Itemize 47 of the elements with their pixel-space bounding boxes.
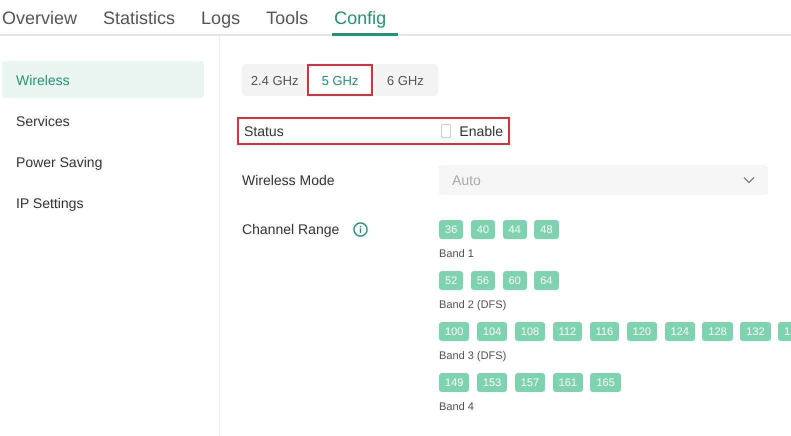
field-label: Status: [244, 123, 285, 139]
checkbox[interactable]: [441, 124, 452, 138]
channel-chip[interactable]: 108: [514, 322, 546, 341]
band-label: Band 3 (DFS): [439, 350, 508, 362]
info-icon[interactable]: [353, 222, 368, 236]
channel-chip[interactable]: 153: [476, 373, 508, 392]
band-tab[interactable]: 6 GHz: [372, 64, 438, 96]
channel-chip[interactable]: 128: [702, 322, 733, 341]
channel-chip[interactable]: 116: [590, 322, 620, 341]
channel-chip[interactable]: 48: [534, 220, 558, 239]
channel-chip[interactable]: 104: [476, 322, 508, 341]
channel-chip[interactable]: 165: [590, 373, 621, 392]
field-label: Wireless Mode: [242, 172, 336, 188]
channel-chip[interactable]: 120: [626, 322, 658, 341]
sidebar-item[interactable]: IP Settings: [2, 184, 204, 221]
channel-chip[interactable]: 132: [740, 322, 771, 341]
channel-chip[interactable]: 44: [502, 220, 527, 239]
nav-tab[interactable]: Statistics: [101, 0, 188, 36]
channel-chip[interactable]: 161: [552, 373, 583, 392]
channel-chip[interactable]: 40: [470, 220, 495, 239]
channel-chip[interactable]: 64: [534, 271, 558, 290]
field-label: Channel Range: [242, 221, 340, 237]
channel-chip[interactable]: 149: [439, 373, 470, 392]
nav-tab[interactable]: Overview: [0, 0, 90, 36]
sidebar-item[interactable]: Services: [2, 102, 204, 139]
sidebar-item[interactable]: Power Saving: [2, 143, 204, 180]
nav-tab[interactable]: Tools: [264, 0, 320, 36]
band-label: Band 4: [439, 401, 475, 413]
channel-chip[interactable]: 1: [778, 322, 791, 341]
channel-chip[interactable]: 60: [502, 271, 527, 290]
channel-chip[interactable]: 157: [514, 373, 546, 392]
nav-tab[interactable]: Logs: [199, 0, 252, 36]
sidebar-item[interactable]: Wireless: [2, 61, 204, 98]
checkbox-label: Enable: [459, 123, 503, 139]
channel-chip[interactable]: 56: [470, 271, 495, 290]
channel-chip[interactable]: 112: [552, 322, 582, 341]
channel-chip[interactable]: 100: [439, 322, 470, 341]
channel-chip[interactable]: 52: [439, 271, 464, 290]
band-tab[interactable]: 2.4 GHz: [242, 64, 308, 96]
band-label: Band 1: [439, 248, 475, 260]
chevron-icon: [743, 176, 755, 184]
channel-chip[interactable]: 124: [664, 322, 695, 341]
channel-chip[interactable]: 36: [439, 220, 464, 239]
band-label: Band 2 (DFS): [439, 299, 508, 311]
nav-tab[interactable]: Config: [332, 0, 398, 36]
dropdown-value: Auto: [452, 172, 481, 188]
band-tab[interactable]: 5 GHz: [307, 64, 373, 96]
